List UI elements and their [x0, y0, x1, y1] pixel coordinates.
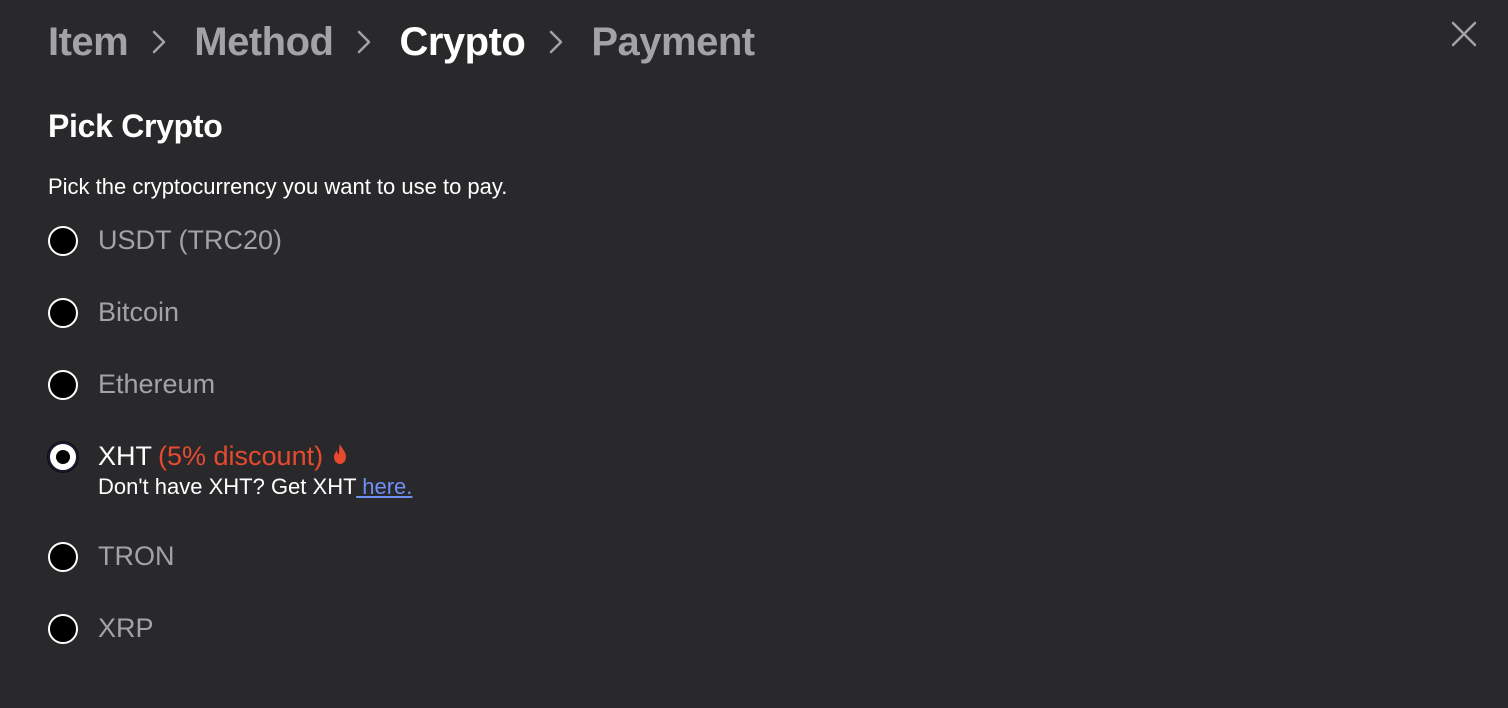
- option-label: Ethereum: [98, 369, 216, 399]
- breadcrumb-payment: Payment: [591, 19, 755, 64]
- option-label: Bitcoin: [98, 297, 180, 327]
- get-xht-link[interactable]: here.: [356, 474, 412, 499]
- radio-button[interactable]: [48, 226, 78, 256]
- option-label: USDT (TRC20): [98, 225, 283, 255]
- crypto-picker-dialog: Item Method Crypto Payment Pick Crypto P…: [0, 0, 1508, 708]
- radio-button[interactable]: [48, 298, 78, 328]
- breadcrumb: Item Method Crypto Payment: [48, 16, 755, 68]
- option-label: TRON: [98, 541, 175, 571]
- option-xrp[interactable]: XRP: [48, 612, 154, 644]
- option-tron[interactable]: TRON: [48, 540, 175, 572]
- radio-button-selected[interactable]: [48, 442, 78, 472]
- chevron-right-icon: [148, 30, 170, 54]
- radio-button[interactable]: [48, 542, 78, 572]
- xht-help-text: Don't have XHT? Get XHT here.: [98, 474, 412, 500]
- option-usdt[interactable]: USDT (TRC20): [48, 224, 282, 256]
- radio-button[interactable]: [48, 614, 78, 644]
- page-subtitle: Pick the cryptocurrency you want to use …: [48, 174, 508, 199]
- option-bitcoin[interactable]: Bitcoin: [48, 296, 179, 328]
- xht-help-label: Don't have XHT? Get XHT: [98, 474, 357, 499]
- breadcrumb-method[interactable]: Method: [194, 20, 334, 65]
- discount-label: (5% discount): [158, 441, 324, 471]
- breadcrumb-crypto: Crypto: [399, 19, 526, 64]
- close-icon[interactable]: [1450, 20, 1478, 48]
- option-ethereum[interactable]: Ethereum: [48, 368, 215, 400]
- option-label: XRP: [98, 613, 154, 643]
- chevron-right-icon: [545, 30, 567, 54]
- page-title: Pick Crypto: [48, 108, 223, 144]
- option-label: XHT: [98, 441, 152, 471]
- radio-button[interactable]: [48, 370, 78, 400]
- flame-icon: [331, 440, 349, 472]
- option-xht[interactable]: XHT (5% discount) Don't have XHT? Get XHT…: [48, 440, 412, 500]
- breadcrumb-item[interactable]: Item: [48, 20, 129, 65]
- chevron-right-icon: [353, 30, 375, 54]
